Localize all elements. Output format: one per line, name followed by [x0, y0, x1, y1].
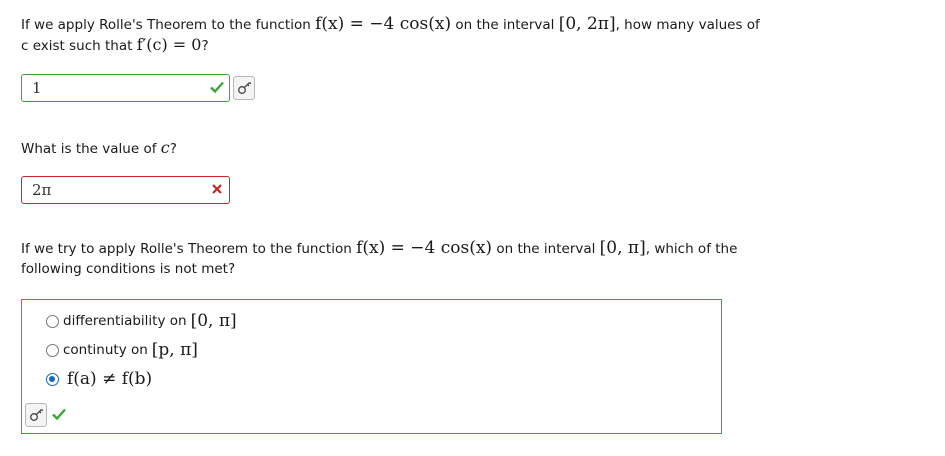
variable-c: c: [160, 138, 170, 157]
answer-1-input[interactable]: 1: [21, 74, 230, 102]
interval-expression-3: [0, π]: [599, 238, 646, 258]
radio-button-selected[interactable]: [46, 372, 59, 386]
function-expression: f(x) = −4 cos(x): [315, 14, 452, 34]
question-1: If we apply Rolle's Theorem to the funct…: [21, 14, 760, 56]
key-icon: [238, 82, 252, 94]
question-1-line-2: c exist such that f′(c) = 0?: [21, 35, 209, 54]
key-button-3[interactable]: [25, 403, 47, 427]
interval-expression: [0, 2π]: [558, 14, 616, 34]
answer-1-value: 1: [32, 79, 42, 97]
question-2: What is the value of c?: [21, 138, 177, 157]
key-icon: [30, 409, 44, 421]
choice-differentiability[interactable]: differentiability on [0, π]: [46, 310, 237, 332]
question-3: If we try to apply Rolle's Theorem to th…: [21, 238, 737, 279]
answer-2-value: 2π: [32, 181, 52, 199]
choice-continuity[interactable]: continuty on [p, π]: [46, 339, 198, 361]
check-icon: [52, 408, 66, 421]
answer-2-input[interactable]: 2π: [21, 176, 230, 204]
function-expression-3: f(x) = −4 cos(x): [356, 238, 493, 258]
question-1-line-1: If we apply Rolle's Theorem to the funct…: [21, 14, 760, 34]
choices-panel: differentiability on [0, π] continuty on…: [21, 299, 722, 434]
check-icon: [210, 81, 224, 94]
question-3-line-1: If we try to apply Rolle's Theorem to th…: [21, 238, 738, 258]
question-3-line-2: following conditions is not met?: [21, 261, 236, 277]
derivative-condition: f′(c) = 0: [136, 35, 202, 54]
radio-button[interactable]: [46, 314, 59, 328]
radio-button[interactable]: [46, 343, 59, 357]
x-mark-icon: [212, 184, 222, 194]
choice-f-a-not-equal-f-b[interactable]: f(a) ≠ f(b): [46, 368, 152, 390]
key-button-1[interactable]: [233, 76, 255, 100]
